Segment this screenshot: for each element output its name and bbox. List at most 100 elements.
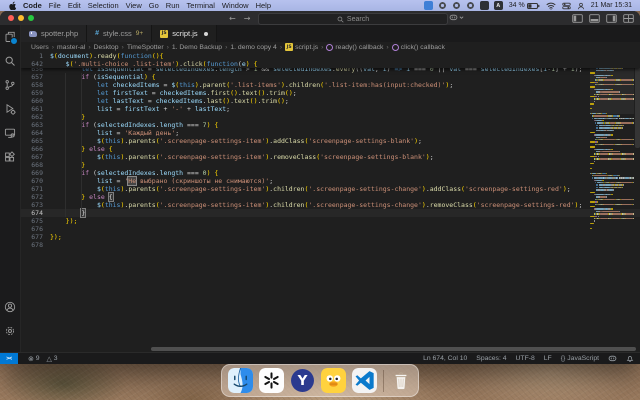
account-icon[interactable]: [3, 300, 17, 314]
code-line[interactable]: 669 if (selectedIndexes.length === 0) {: [21, 169, 640, 177]
code-line[interactable]: 662 }: [21, 113, 640, 121]
breadcrumb-item[interactable]: click() callback: [391, 43, 445, 51]
code-line[interactable]: 660 let lastText = checkedItems.last().t…: [21, 97, 640, 105]
menu-help[interactable]: Help: [256, 1, 271, 10]
indentation-status[interactable]: Spaces: 4: [476, 355, 506, 362]
code-line[interactable]: 664 list = 'Каждый день';: [21, 129, 640, 137]
toggle-panel-icon[interactable]: [589, 14, 600, 23]
menu-code[interactable]: Code: [23, 1, 42, 10]
remote-explorer-icon[interactable]: [3, 126, 17, 140]
code-editor[interactable]: 1 $(document).ready(function(){642 $('.mu…: [21, 52, 640, 352]
menu-view[interactable]: View: [126, 1, 142, 10]
code-line[interactable]: 657 if (isSequential) {: [21, 73, 640, 81]
code-line[interactable]: 677});: [21, 233, 640, 241]
sticky-scroll[interactable]: 1 $(document).ready(function(){642 $('.mu…: [21, 52, 640, 68]
settings-icon[interactable]: [3, 324, 17, 338]
gear-icon[interactable]: [451, 1, 461, 10]
menu-go[interactable]: Go: [149, 1, 159, 10]
code-line[interactable]: 656 let isSequential = selectedIndexes.l…: [21, 68, 640, 73]
tab-spotter.php[interactable]: spotter.php: [21, 25, 88, 42]
copilot-menu[interactable]: [449, 13, 464, 22]
input-source-icon[interactable]: A: [493, 1, 503, 10]
code-line[interactable]: 675 });: [21, 217, 640, 225]
trash-dock-icon[interactable]: [390, 368, 412, 393]
clock[interactable]: 21 Mar 15:31: [591, 2, 632, 9]
clipped-code-line[interactable]: 656 let isSequential = selectedIndexes.l…: [21, 68, 640, 73]
code-line[interactable]: 678: [21, 241, 640, 249]
problems-status[interactable]: ⊗ 9 △ 3: [28, 355, 58, 363]
code-line[interactable]: 666 } else {: [21, 145, 640, 153]
code-line[interactable]: 676: [21, 225, 640, 233]
close-window-button[interactable]: [8, 15, 14, 21]
navigate-back-icon[interactable]: ←: [229, 14, 236, 23]
eol-status[interactable]: LF: [544, 355, 552, 362]
zoom-window-button[interactable]: [28, 15, 34, 21]
chatgpt-dock-icon[interactable]: [259, 368, 284, 393]
notifications-bell-icon[interactable]: [626, 354, 634, 363]
run-debug-icon[interactable]: [3, 102, 17, 116]
breadcrumb-item[interactable]: Desktop: [94, 44, 119, 51]
horizontal-scrollbar[interactable]: [151, 347, 636, 351]
code-line[interactable]: 665 $(this).parents('.screenpage-setting…: [21, 137, 640, 145]
code-line[interactable]: 673 $(this).parents('.screenpage-setting…: [21, 201, 640, 209]
window-title-bar[interactable]: ← → Search: [0, 11, 640, 25]
explorer-icon[interactable]: [3, 30, 18, 45]
language-mode-status[interactable]: {} JavaScript: [561, 355, 599, 362]
cyberduck-dock-icon[interactable]: [321, 368, 346, 393]
extensions-icon[interactable]: [3, 150, 17, 164]
menu-window[interactable]: Window: [222, 1, 249, 10]
code-line[interactable]: 670 list = 'Не выбрано (скриншоты не сни…: [21, 176, 640, 186]
breadcrumb-item[interactable]: JS script.js: [285, 43, 318, 51]
minimap[interactable]: [590, 52, 635, 232]
battery-status[interactable]: 34 %: [509, 2, 540, 9]
code-line[interactable]: 663 if (selectedIndexes.length === 7) {: [21, 121, 640, 129]
minimize-window-button[interactable]: [18, 15, 24, 21]
tab-script.js[interactable]: JS script.js: [152, 25, 217, 42]
toggle-primary-sidebar-icon[interactable]: [572, 14, 583, 23]
code-line[interactable]: 668 }: [21, 161, 640, 169]
code-line[interactable]: 642 $('.multi-choice .list-item').click(…: [21, 60, 640, 68]
screenshot-app-icon[interactable]: [479, 1, 489, 10]
encoding-status[interactable]: UTF-8: [516, 355, 535, 362]
menu-run[interactable]: Run: [166, 1, 180, 10]
apple-menu-icon[interactable]: [8, 1, 16, 10]
search-icon[interactable]: [3, 54, 17, 68]
control-center-icon[interactable]: [562, 2, 571, 10]
vscode-dock-icon[interactable]: [352, 368, 377, 393]
cursor-position-status[interactable]: Ln 674, Col 10: [423, 355, 467, 362]
source-control-icon[interactable]: [3, 78, 17, 92]
toggle-secondary-sidebar-icon[interactable]: [606, 14, 617, 23]
code-line[interactable]: 658 let checkedItems = $(this).parent('.…: [21, 81, 640, 89]
navigate-forward-icon[interactable]: →: [244, 14, 251, 23]
code-line[interactable]: 674 }: [21, 208, 640, 218]
yandex-dock-icon[interactable]: Y: [290, 368, 315, 393]
code-line[interactable]: 659 let firstText = checkedItems.first()…: [21, 89, 640, 97]
code-line[interactable]: 672 } else {: [21, 192, 640, 202]
code-line[interactable]: 1 $(document).ready(function(){: [21, 52, 640, 60]
customize-layout-icon[interactable]: [623, 14, 634, 23]
app-icon[interactable]: [465, 1, 475, 10]
breadcrumb-item[interactable]: master-al: [57, 44, 85, 51]
menu-selection[interactable]: Selection: [88, 1, 119, 10]
menu-edit[interactable]: Edit: [68, 1, 81, 10]
menu-terminal[interactable]: Terminal: [187, 1, 215, 10]
wifi-icon[interactable]: [546, 2, 556, 10]
breadcrumb-item[interactable]: ready() callback: [326, 43, 383, 51]
menu-file[interactable]: File: [49, 1, 61, 10]
finder-dock-icon[interactable]: [228, 368, 253, 393]
code-line[interactable]: 671 $(this).parents('.screenpage-setting…: [21, 185, 640, 193]
app-icon[interactable]: [423, 1, 433, 10]
user-icon[interactable]: [577, 2, 585, 10]
code-line[interactable]: 667 $(this).parents('.screenpage-setting…: [21, 153, 640, 161]
breadcrumb-item[interactable]: 1. demo copy 4: [230, 44, 276, 51]
breadcrumb-item[interactable]: Users: [31, 44, 49, 51]
app-icon[interactable]: [437, 1, 447, 10]
code-line[interactable]: 661 list = firstText + '-' + lastText;: [21, 105, 640, 113]
copilot-status-icon[interactable]: [608, 354, 617, 363]
command-center-search[interactable]: Search: [258, 13, 448, 25]
breadcrumb-item[interactable]: TimeSpotter: [127, 44, 164, 51]
tab-style.css[interactable]: # style.css 9+: [87, 25, 153, 42]
remote-indicator[interactable]: ><: [0, 353, 18, 364]
breadcrumb-item[interactable]: 1. Demo Backup: [172, 44, 222, 51]
line-number: 656: [31, 68, 43, 73]
